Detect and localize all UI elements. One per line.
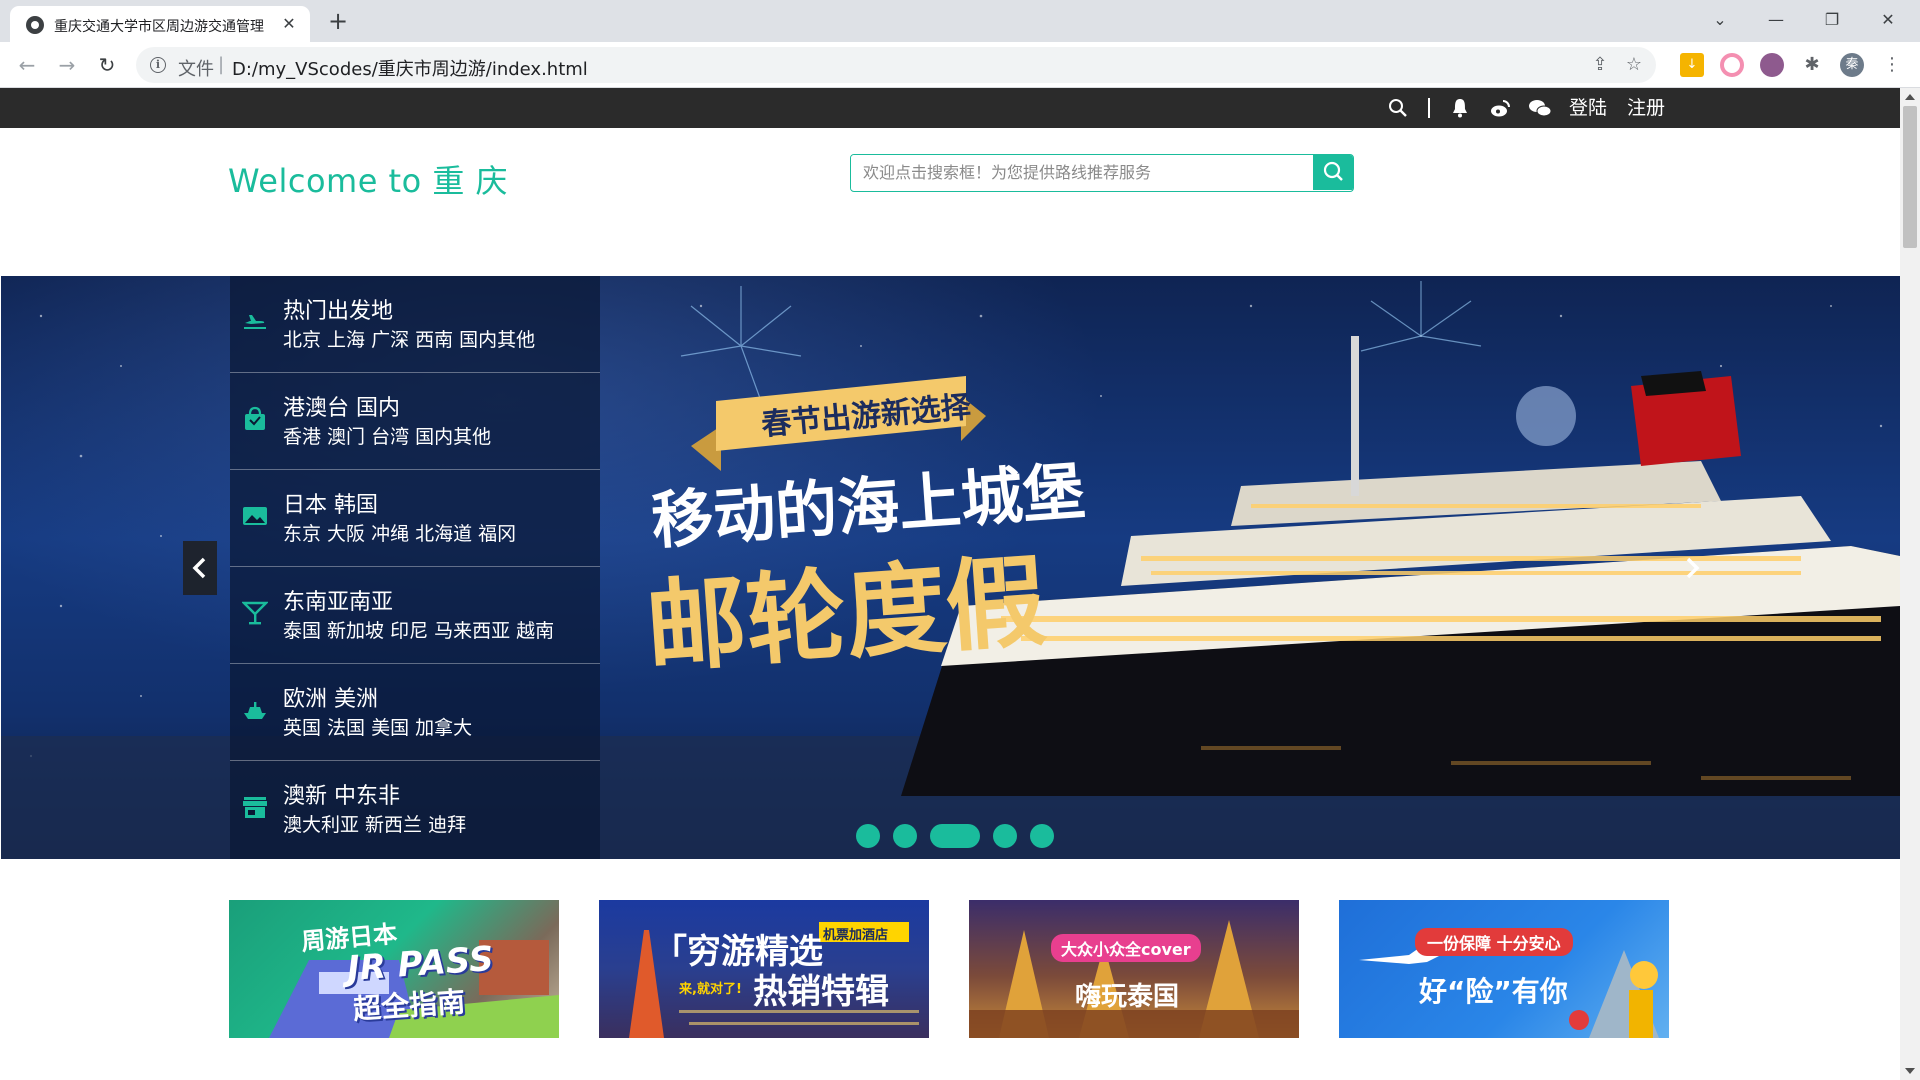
ring-extension-icon[interactable]: [1720, 53, 1744, 77]
search-icon: [1323, 161, 1343, 181]
wechat-icon[interactable]: [1527, 88, 1553, 128]
promo-card-jr-pass[interactable]: 周游日本 JR PASS 超全指南: [229, 900, 559, 1038]
destination-menu: 热门出发地 北京 上海 广深 西南 国内其他 港澳台 国内 香港 澳门 台湾 国内其他…: [230, 276, 600, 859]
menu-item[interactable]: 澳新 中东非 澳大利亚 新西兰 迪拜: [230, 761, 600, 858]
deals-tag: 机票加酒店: [823, 928, 889, 943]
cocktail-icon: [241, 600, 269, 626]
promo-card-thailand[interactable]: 大众小众全cover 嗨玩泰国: [969, 900, 1299, 1038]
chevron-right-icon: [1686, 557, 1700, 579]
menu-item-subtitle[interactable]: 北京 上海 广深 西南 国内其他: [283, 325, 535, 352]
scroll-down-arrow[interactable]: [1905, 1068, 1915, 1074]
menu-item-subtitle[interactable]: 香港 澳门 台湾 国内其他: [283, 422, 491, 449]
address-url[interactable]: D:/my_VScodes/重庆市周边游/index.html: [232, 55, 588, 81]
banner-next-button[interactable]: [1675, 541, 1709, 595]
promo-card-hot-deals[interactable]: 「穷游精选 机票加酒店 来,就对了! 热销特辑: [599, 900, 929, 1038]
menu-item-title[interactable]: 欧洲 美洲: [283, 681, 378, 713]
carousel-dot[interactable]: [930, 824, 980, 848]
ship-icon: [242, 697, 268, 723]
banner-headline-text: 移动的海上城堡: [649, 455, 1087, 558]
download-extension-icon[interactable]: ↓: [1680, 53, 1704, 77]
hero-banner: 春节出游新选择 移动的海上城堡 邮轮度假 热门出发地 北京 上海 广深 西南 国内…: [1, 276, 1900, 859]
minimize-button[interactable]: —: [1752, 4, 1800, 36]
page-viewport: 登陆 注册 Welcome to 重 庆 欢迎点击搜索框！为您提供路线推荐服务 …: [0, 88, 1900, 1080]
menu-item[interactable]: 东南亚南亚 泰国 新加坡 印尼 马来西亚 越南: [230, 567, 600, 664]
menu-item-subtitle[interactable]: 英国 法国 美国 加拿大: [283, 713, 472, 740]
menu-item-subtitle[interactable]: 澳大利亚 新西兰 迪拜: [283, 810, 466, 837]
thailand-title: 嗨玩泰国: [1075, 982, 1180, 1012]
promo-card-insurance[interactable]: 一份保障 十分安心 好“险”有你: [1339, 900, 1669, 1038]
deals-line2: 热销特辑: [753, 972, 889, 1012]
more-menu-icon[interactable]: ⋮: [1880, 53, 1904, 77]
welcome-title: Welcome to 重 庆: [228, 162, 509, 200]
menu-item[interactable]: 港澳台 国内 香港 澳门 台湾 国内其他: [230, 373, 600, 470]
close-window-button[interactable]: ✕: [1864, 4, 1912, 36]
store-icon: [242, 794, 268, 820]
search-icon[interactable]: [1386, 88, 1410, 128]
menu-item-subtitle[interactable]: 东京 大阪 冲绳 北海道 福冈: [283, 519, 516, 546]
tab-title: 重庆交通大学市区周边游交通管理: [54, 19, 264, 34]
carousel-dot[interactable]: [993, 824, 1017, 848]
scroll-thumb[interactable]: [1903, 106, 1917, 248]
carousel-dot[interactable]: [893, 824, 917, 848]
menu-item[interactable]: 日本 韩国 东京 大阪 冲绳 北海道 福冈: [230, 470, 600, 567]
globe-icon: [26, 16, 44, 34]
share-icon[interactable]: ⇪: [1588, 53, 1612, 77]
bookmark-star-icon[interactable]: ☆: [1622, 53, 1646, 77]
menu-item[interactable]: 欧洲 美洲 英国 法国 美国 加拿大: [230, 664, 600, 761]
address-bar[interactable]: i 文件 | D:/my_VScodes/重庆市周边游/index.html ⇪…: [136, 47, 1656, 83]
reload-icon[interactable]: ↻: [92, 50, 122, 80]
carousel-dot[interactable]: [856, 824, 880, 848]
thailand-tag: 大众小众全cover: [1051, 934, 1201, 962]
address-scheme: 文件: [178, 59, 214, 80]
tab-search-icon[interactable]: ⌄: [1696, 4, 1744, 36]
search-input[interactable]: [851, 155, 1313, 190]
browser-tab-strip: 重庆交通大学市区周边游交通管理 ✕ + ⌄ — ❐ ✕: [0, 0, 1920, 42]
forward-arrow-icon[interactable]: →: [52, 50, 82, 80]
menu-item-title[interactable]: 日本 韩国: [283, 487, 378, 519]
menu-item-title[interactable]: 热门出发地: [283, 293, 393, 325]
chevron-left-icon: [192, 557, 206, 579]
image-icon: [242, 503, 268, 529]
weibo-icon[interactable]: [1488, 88, 1512, 128]
info-icon[interactable]: i: [150, 57, 166, 73]
top-bar: 登陆 注册: [0, 88, 1900, 128]
banner-prev-button[interactable]: [183, 541, 217, 595]
extensions-puzzle-icon[interactable]: ✱: [1800, 53, 1824, 77]
temple-artwork: [969, 920, 1299, 1038]
browser-tab[interactable]: 重庆交通大学市区周边游交通管理 ✕: [10, 6, 310, 42]
carousel-dot[interactable]: [1030, 824, 1054, 848]
bag-icon: [242, 406, 268, 432]
restore-button[interactable]: ❐: [1808, 4, 1856, 36]
menu-item-title[interactable]: 港澳台 国内: [283, 390, 400, 422]
menu-item[interactable]: 热门出发地 北京 上海 广深 西南 国内其他: [230, 276, 600, 373]
scroll-up-arrow[interactable]: [1905, 94, 1915, 100]
tab-close-icon[interactable]: ✕: [278, 13, 300, 35]
menu-item-title[interactable]: 东南亚南亚: [283, 584, 393, 616]
search-box: [850, 154, 1354, 192]
login-link[interactable]: 登陆: [1566, 88, 1610, 128]
insurance-title: 好“险”有你: [1419, 975, 1568, 1008]
topbar-divider: [1428, 98, 1430, 118]
register-link[interactable]: 注册: [1624, 88, 1668, 128]
deals-line3: 来,就对了!: [679, 982, 742, 997]
insurance-artwork: [1359, 948, 1659, 1038]
back-arrow-icon[interactable]: ←: [12, 50, 42, 80]
address-separator: |: [218, 54, 225, 75]
search-button[interactable]: [1313, 155, 1353, 190]
profile-avatar[interactable]: 秦: [1840, 53, 1864, 77]
bell-icon[interactable]: [1448, 88, 1472, 128]
insurance-tag: 一份保障 十分安心: [1415, 928, 1573, 956]
plane-icon: [242, 309, 268, 335]
page-scrollbar[interactable]: [1900, 88, 1920, 1080]
menu-item-title[interactable]: 澳新 中东非: [283, 778, 400, 810]
avatar-extension-icon[interactable]: [1760, 53, 1784, 77]
menu-item-subtitle[interactable]: 泰国 新加坡 印尼 马来西亚 越南: [283, 616, 554, 643]
browser-toolbar: ← → ↻ i 文件 | D:/my_VScodes/重庆市周边游/index.…: [0, 42, 1920, 88]
new-tab-button[interactable]: +: [324, 8, 352, 36]
jr-line3: 超全指南: [352, 985, 467, 1026]
